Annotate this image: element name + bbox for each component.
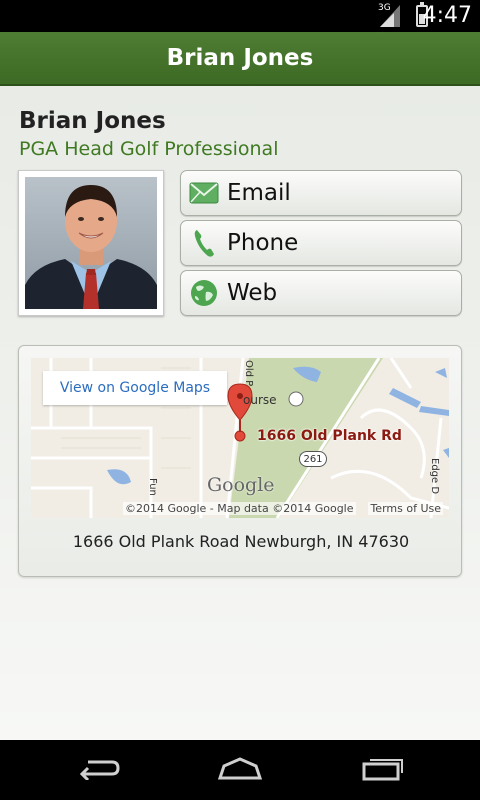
home-icon	[216, 756, 264, 784]
map-street-label: Old P	[243, 360, 254, 387]
email-button[interactable]: Email	[180, 170, 462, 216]
signal-icon: 3G	[378, 3, 400, 31]
clock: 4:47	[422, 3, 472, 28]
map-street-label: Edge D	[429, 458, 440, 495]
network-type: 3G	[378, 3, 391, 13]
contact-name: Brian Jones	[19, 108, 166, 134]
recents-icon	[360, 755, 404, 785]
contact-photo-frame	[18, 170, 164, 316]
phone-icon	[181, 221, 227, 265]
phone-button[interactable]: Phone	[180, 220, 462, 266]
web-button[interactable]: Web	[180, 270, 462, 316]
phone-label: Phone	[227, 230, 299, 256]
page-title: Brian Jones	[166, 45, 314, 71]
content: Brian Jones PGA Head Golf Professional E…	[0, 86, 480, 740]
terms-of-use-link[interactable]: Terms of Use	[368, 502, 443, 515]
map-street-label: Fun	[147, 478, 158, 496]
map-footer: ©2014 Google - Map data ©2014 Google Ter…	[31, 500, 449, 518]
home-button[interactable]	[210, 752, 270, 788]
view-on-google-maps-link[interactable]: View on Google Maps	[43, 371, 227, 405]
contact-address: 1666 Old Plank Road Newburgh, IN 47630	[72, 532, 410, 551]
recents-button[interactable]	[352, 752, 412, 788]
envelope-icon	[181, 171, 227, 215]
globe-icon	[181, 271, 227, 315]
map-copyright: ©2014 Google - Map data ©2014 Google	[123, 502, 356, 515]
action-bar: Brian Jones	[0, 32, 480, 86]
contact-photo	[25, 177, 157, 309]
navigation-bar	[0, 740, 480, 800]
map-view[interactable]: Old P Fun Edge D ourse View on Google Ma…	[31, 358, 449, 518]
back-icon	[78, 756, 122, 784]
status-bar: 3G 4:47	[0, 0, 480, 32]
road-number-badge: 261	[299, 451, 327, 467]
email-label: Email	[227, 180, 291, 206]
back-button[interactable]	[70, 752, 130, 788]
map-pin-label: 1666 Old Plank Rd	[257, 428, 402, 444]
map-card: Old P Fun Edge D ourse View on Google Ma…	[18, 345, 462, 577]
web-label: Web	[227, 280, 278, 306]
google-logo: Google	[207, 474, 275, 496]
map-course-label: ourse	[243, 393, 277, 407]
contact-role: PGA Head Golf Professional	[19, 138, 279, 160]
